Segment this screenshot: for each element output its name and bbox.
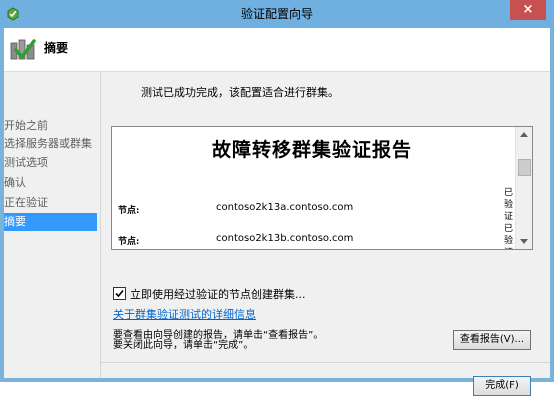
summary-check-icon [10, 39, 36, 60]
create-cluster-label: 立即使用经过验证的节点创建群集... [130, 288, 306, 301]
node-label: 节点: [118, 237, 140, 247]
divider [101, 362, 550, 363]
wizard-client-area: 摘要 开始之前 选择服务器或群集 测试选项 确认 正在验证 摘要 测试已成功完成… [4, 28, 550, 396]
nav-item-testing-options[interactable]: 测试选项 [4, 154, 97, 172]
instructions: 要查看由向导创建的报告，请单击“查看报告”。 要关闭此向导，请单击“完成”。 [113, 331, 323, 351]
instruction-finish: 要关闭此向导，请单击“完成”。 [113, 340, 254, 351]
nav-item-label: 确认 [4, 176, 26, 189]
nav-item-label: 开始之前 [4, 119, 48, 132]
report-viewer[interactable]: 故障转移群集验证报告 节点: contoso2k13a.contoso.com … [111, 126, 533, 250]
node-name: contoso2k13a.contoso.com [216, 202, 354, 213]
window-title: 验证配置向导 [240, 7, 313, 21]
wizard-nav: 开始之前 选择服务器或群集 测试选项 确认 正在验证 摘要 [4, 72, 101, 378]
scroll-up-icon[interactable] [520, 132, 528, 137]
node-status-text: 已验证 [504, 224, 514, 249]
nav-item-summary[interactable]: 摘要 [4, 213, 97, 231]
finish-button[interactable]: 完成(F) [473, 376, 531, 396]
nav-item-before-you-begin[interactable]: 开始之前 [4, 117, 97, 135]
report-title: 故障转移群集验证报告 [211, 139, 412, 161]
wizard-content: 测试已成功完成，该配置适合进行群集。 故障转移群集验证报告 节点: contos… [101, 72, 550, 396]
node-status-text: 已验证 [504, 188, 514, 222]
title-bar[interactable]: 验证配置向导 × [0, 0, 554, 28]
scroll-down-icon[interactable] [520, 239, 528, 244]
nav-item-select-servers[interactable]: 选择服务器或群集 [4, 135, 97, 153]
status-message: 测试已成功完成，该配置适合进行群集。 [141, 86, 339, 99]
nav-item-label: 测试选项 [4, 156, 48, 169]
nav-item-label: 正在验证 [4, 196, 48, 209]
wizard-header: 摘要 [4, 28, 550, 72]
close-button[interactable]: × [510, 0, 546, 20]
wizard-window: 验证配置向导 × 摘要 开始之前 选择服务器或群集 测试选项 确认 正在验证 摘… [0, 0, 554, 396]
nav-item-label: 摘要 [4, 215, 26, 228]
nav-item-confirmation[interactable]: 确认 [4, 174, 97, 192]
report-scrollbar[interactable] [515, 127, 532, 249]
node-label: 节点: [118, 206, 140, 216]
scroll-thumb[interactable] [518, 159, 531, 176]
nav-item-validating[interactable]: 正在验证 [4, 194, 97, 212]
view-report-button[interactable]: 查看报告(V)... [453, 330, 531, 350]
validation-tests-info-link[interactable]: 关于群集验证测试的详细信息 [113, 306, 256, 322]
create-cluster-checkbox[interactable] [113, 287, 126, 300]
nav-item-label: 选择服务器或群集 [4, 137, 92, 150]
checkmark-icon [115, 289, 124, 298]
page-title: 摘要 [44, 41, 69, 55]
close-icon: × [522, 2, 534, 17]
node-name: contoso2k13b.contoso.com [216, 233, 354, 244]
